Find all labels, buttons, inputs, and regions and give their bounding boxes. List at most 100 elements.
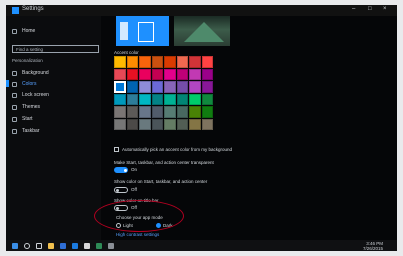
- accent-color-swatch[interactable]: [189, 93, 201, 105]
- show-color-start-label: Show color on Start, taskbar, and action…: [114, 179, 208, 184]
- accent-color-swatch[interactable]: [164, 56, 176, 68]
- accent-color-swatch[interactable]: [201, 106, 213, 118]
- store-icon[interactable]: [60, 242, 66, 249]
- accent-color-label: Accent color: [114, 50, 139, 55]
- accent-color-swatch[interactable]: [139, 93, 151, 105]
- accent-color-swatch[interactable]: [126, 118, 138, 130]
- accent-color-swatch[interactable]: [164, 81, 176, 93]
- accent-color-swatch[interactable]: [189, 118, 201, 130]
- minimize-button[interactable]: –: [352, 6, 355, 12]
- mountain-shape: [184, 22, 224, 42]
- accent-color-swatch[interactable]: [176, 68, 188, 80]
- active-indicator: [6, 80, 9, 87]
- home-icon: [12, 28, 17, 34]
- taskbar-clock[interactable]: 3:46 PM 7/26/2015: [363, 241, 383, 251]
- mail-icon[interactable]: [84, 242, 90, 249]
- search-input[interactable]: Find a setting: [12, 45, 99, 53]
- accent-color-swatch[interactable]: [114, 81, 126, 93]
- accent-color-swatch[interactable]: [201, 56, 213, 68]
- sidebar-item-background[interactable]: Background: [12, 70, 49, 76]
- accent-color-grid: [114, 56, 213, 130]
- transparency-label: Make Start, taskbar, and action center t…: [114, 160, 214, 165]
- accent-color-swatch[interactable]: [176, 106, 188, 118]
- accent-color-swatch[interactable]: [126, 81, 138, 93]
- file-explorer-icon[interactable]: [48, 242, 54, 249]
- accent-color-swatch[interactable]: [151, 106, 163, 118]
- accent-color-swatch[interactable]: [126, 93, 138, 105]
- show-color-start-toggle[interactable]: [114, 187, 128, 193]
- sidebar-item-label: Colors: [22, 81, 37, 87]
- start-icon[interactable]: [12, 242, 18, 249]
- accent-color-swatch[interactable]: [176, 81, 188, 93]
- accent-color-swatch[interactable]: [139, 81, 151, 93]
- settings-app-icon: [12, 7, 19, 14]
- accent-color-swatch[interactable]: [139, 118, 151, 130]
- annotation-ellipse: [94, 200, 184, 232]
- accent-color-swatch[interactable]: [176, 118, 188, 130]
- high-contrast-link[interactable]: High contrast settings: [116, 232, 159, 237]
- sidebar-section-title: Personalization: [12, 58, 43, 63]
- accent-color-swatch[interactable]: [114, 93, 126, 105]
- edge-icon[interactable]: [72, 242, 78, 249]
- palette-icon: [12, 81, 17, 87]
- lock-screen-icon: [12, 92, 17, 98]
- accent-color-swatch[interactable]: [189, 68, 201, 80]
- search-icon[interactable]: [24, 242, 30, 249]
- accent-color-swatch[interactable]: [164, 118, 176, 130]
- accent-color-swatch[interactable]: [164, 68, 176, 80]
- sidebar-item-label: Themes: [22, 104, 41, 110]
- accent-color-swatch[interactable]: [201, 93, 213, 105]
- accent-color-swatch[interactable]: [126, 68, 138, 80]
- accent-color-swatch[interactable]: [189, 56, 201, 68]
- picture-icon: [12, 70, 17, 76]
- accent-color-swatch[interactable]: [139, 106, 151, 118]
- maximize-button[interactable]: □: [368, 6, 372, 12]
- accent-color-swatch[interactable]: [126, 106, 138, 118]
- accent-color-swatch[interactable]: [114, 68, 126, 80]
- accent-color-swatch[interactable]: [201, 68, 213, 80]
- settings-icon[interactable]: [108, 242, 114, 249]
- accent-color-swatch[interactable]: [114, 118, 126, 130]
- accent-color-swatch[interactable]: [176, 93, 188, 105]
- accent-color-swatch[interactable]: [139, 56, 151, 68]
- accent-color-swatch[interactable]: [189, 81, 201, 93]
- accent-color-swatch[interactable]: [189, 106, 201, 118]
- accent-color-swatch[interactable]: [176, 56, 188, 68]
- accent-color-swatch[interactable]: [151, 81, 163, 93]
- sidebar-item-colors[interactable]: Colors: [12, 81, 36, 87]
- app-title: Settings: [22, 6, 44, 12]
- sidebar-item-home[interactable]: Home: [12, 28, 35, 34]
- toggle-knob: [116, 189, 119, 192]
- show-color-start-state: Off: [131, 187, 137, 192]
- accent-color-swatch[interactable]: [151, 56, 163, 68]
- accent-color-swatch[interactable]: [164, 106, 176, 118]
- monitor-screen: Settings – □ × Home Find a setting Perso…: [6, 5, 397, 251]
- accent-color-swatch[interactable]: [151, 93, 163, 105]
- accent-color-swatch[interactable]: [114, 56, 126, 68]
- task-view-icon[interactable]: [36, 242, 42, 249]
- auto-accent-checkbox[interactable]: [114, 147, 119, 152]
- sidebar-item-start[interactable]: Start: [12, 116, 33, 122]
- taskbar-icon: [12, 128, 17, 134]
- clock-date: 7/26/2015: [362, 246, 383, 251]
- transparency-state: On: [131, 167, 138, 172]
- sidebar-item-taskbar[interactable]: Taskbar: [12, 128, 40, 134]
- accent-color-swatch[interactable]: [126, 56, 138, 68]
- sidebar-item-label: Lock screen: [22, 92, 49, 98]
- accent-color-swatch[interactable]: [139, 68, 151, 80]
- sidebar-item-themes[interactable]: Themes: [12, 104, 40, 110]
- accent-color-swatch[interactable]: [151, 118, 163, 130]
- accent-color-swatch[interactable]: [114, 106, 126, 118]
- auto-accent-label: Automatically pick an accent color from …: [122, 147, 233, 152]
- sidebar-home-label: Home: [22, 28, 36, 34]
- accent-color-swatch[interactable]: [201, 118, 213, 130]
- transparency-toggle[interactable]: [114, 167, 128, 173]
- accent-color-swatch[interactable]: [164, 93, 176, 105]
- accent-color-swatch[interactable]: [151, 68, 163, 80]
- theme-preview-tile: [116, 16, 169, 46]
- close-button[interactable]: ×: [383, 6, 387, 12]
- background-preview-image: [174, 16, 230, 46]
- accent-color-swatch[interactable]: [201, 81, 213, 93]
- app-icon[interactable]: [96, 242, 102, 249]
- sidebar-item-lock-screen[interactable]: Lock screen: [12, 92, 49, 98]
